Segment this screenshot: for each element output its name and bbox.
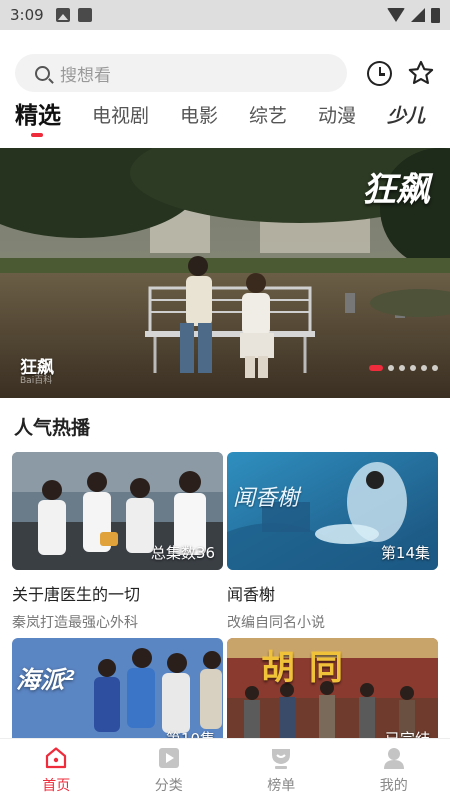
carousel-dot [432,365,438,371]
nav-home-label: 首页 [42,778,71,794]
tab-anime[interactable]: 动漫 [318,100,356,132]
status-indicators [387,7,440,23]
app-notification-icon [77,8,92,22]
category-icon [158,748,179,768]
home-icon [46,747,67,769]
show-card[interactable]: 第14集 闻香榭 闻香榭 改编自同名小说 [227,452,438,632]
gallery-notification-icon [55,8,70,22]
signal-icon [411,8,425,22]
ranking-icon [272,749,291,769]
tab-variety[interactable]: 综艺 [249,100,287,132]
history-icon[interactable] [367,60,393,86]
section-title: 人气热播 [14,417,91,439]
carousel-indicator [369,365,438,371]
status-time: 3:09 [10,6,44,24]
category-tabs: 精选 电视剧 电影 综艺 动漫 少儿 [15,100,425,140]
search-icon [35,65,50,81]
bottom-navigation: 首页 分类 榜单 我的 [0,738,450,800]
nav-profile-label: 我的 [379,778,408,794]
banner-logo-text: 狂飙 [362,170,430,210]
nav-category[interactable]: 分类 [113,739,226,800]
nav-ranking[interactable]: 榜单 [225,739,338,800]
show-title: 关于唐医生的一切 [12,585,141,604]
carousel-dot [369,365,383,371]
poster-title-art: 胡同 [261,648,357,688]
carousel-dot [388,365,394,371]
tab-tv-series[interactable]: 电视剧 [92,100,149,132]
poster-title-art: 海派² [16,666,75,694]
banner-carousel[interactable]: 狂飙 狂飙 Bai百科 [0,148,450,398]
show-thumbnail: 第14集 闻香榭 [227,452,438,570]
status-bar: 3:09 [0,0,450,30]
tab-movies[interactable]: 电影 [180,100,218,132]
search-row: 搜想看 [15,54,435,92]
nav-category-label: 分类 [154,778,183,794]
battery-icon [431,7,440,23]
search-placeholder: 搜想看 [60,65,111,86]
episode-badge: 第14集 [380,544,430,562]
poster-title-art: 闻香榭 [233,486,300,511]
banner-watermark: Bai百科 [20,376,53,386]
wifi-icon [387,8,405,22]
tab-featured[interactable]: 精选 [15,100,61,137]
carousel-dot [421,365,427,371]
show-thumbnail: 总集数36 [12,452,223,570]
profile-icon [383,748,404,769]
carousel-dot [410,365,416,371]
favorite-star-icon[interactable] [407,59,435,87]
show-subtitle: 秦岚打造最强心外科 [12,615,138,631]
show-subtitle: 改编自同名小说 [227,615,325,631]
show-title: 闻香榭 [227,585,276,604]
nav-ranking-label: 榜单 [267,778,296,794]
nav-profile[interactable]: 我的 [338,739,450,800]
tab-kids[interactable]: 少儿 [387,100,425,132]
carousel-dot [399,365,405,371]
nav-home[interactable]: 首页 [0,739,113,800]
episode-badge: 总集数36 [150,544,215,562]
search-input[interactable]: 搜想看 [15,54,348,92]
show-card[interactable]: 总集数36 关于唐医生的一切 秦岚打造最强心外科 [12,452,223,632]
